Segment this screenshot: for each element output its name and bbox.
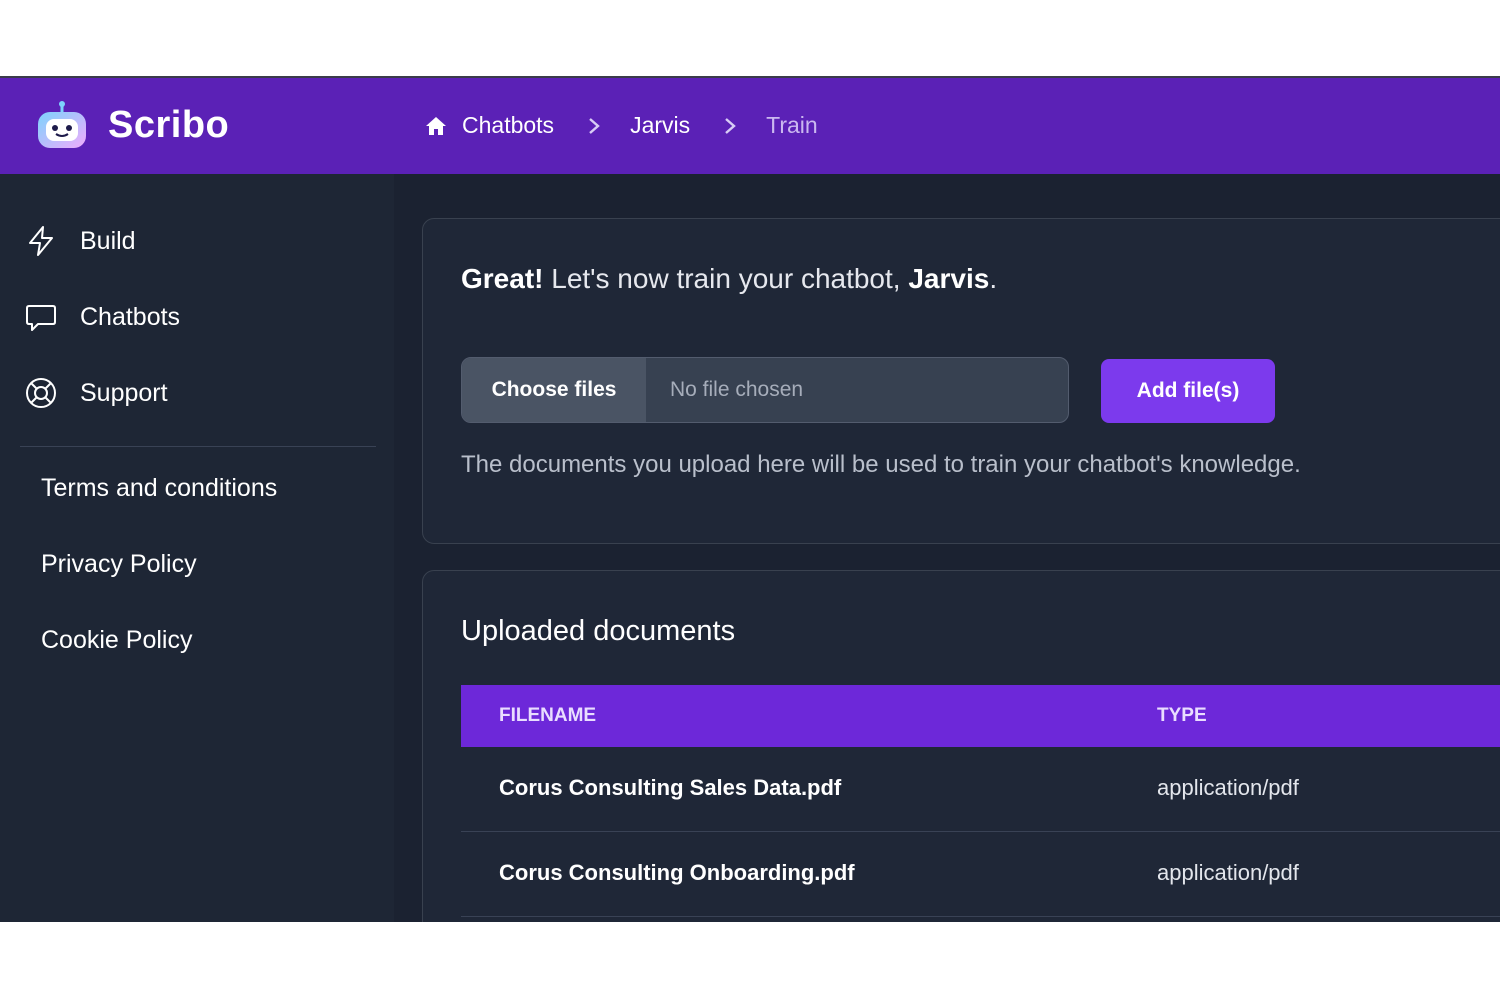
column-header-filename[interactable]: FILENAME <box>499 705 596 727</box>
choose-files-button[interactable]: Choose files <box>462 358 646 422</box>
chevron-right-icon <box>589 117 600 134</box>
filename-cell: Corus Consulting Onboarding.pdf <box>499 860 855 885</box>
headline-period: . <box>989 263 998 294</box>
breadcrumb-train: Train <box>766 112 818 138</box>
chevron-right-icon <box>725 117 736 134</box>
file-input[interactable]: Choose files No file chosen <box>461 357 1069 423</box>
cookie-policy-link[interactable]: Cookie Policy <box>41 626 192 655</box>
table-header: FILENAME TYPE <box>461 685 1500 747</box>
headline-text: Let's now train your chatbot, <box>543 263 909 294</box>
chat-bubble-icon <box>26 305 56 331</box>
breadcrumb-chatbots[interactable]: Chatbots <box>462 112 554 139</box>
filename-cell: Corus Consulting Sales Data.pdf <box>499 775 842 800</box>
breadcrumb: Chatbots Jarvis Train <box>424 112 818 139</box>
terms-link[interactable]: Terms and conditions <box>41 474 277 503</box>
type-cell: application/pdf <box>1157 860 1299 885</box>
app-window: Scribo Chatbots Jarvis Train Build Chatb… <box>0 76 1500 922</box>
top-header: Scribo Chatbots Jarvis Train <box>0 76 1500 174</box>
add-files-button[interactable]: Add file(s) <box>1101 359 1275 423</box>
train-headline: Great! Let's now train your chatbot, Jar… <box>461 263 997 295</box>
lifebuoy-icon <box>26 378 56 408</box>
type-cell: application/pdf <box>1157 775 1299 800</box>
sidebar-item-support[interactable]: Support <box>24 376 168 410</box>
sidebar-item-chatbots[interactable]: Chatbots <box>24 300 180 334</box>
uploaded-documents-card: Uploaded documents FILENAME TYPE Corus C… <box>422 570 1500 922</box>
sidebar-item-label: Chatbots <box>80 302 181 331</box>
privacy-policy-link[interactable]: Privacy Policy <box>41 550 197 579</box>
sidebar-divider <box>20 446 376 447</box>
brand-name[interactable]: Scribo <box>108 104 229 147</box>
headline-emphasis: Great! <box>461 263 544 294</box>
upload-helper-text: The documents you upload here will be us… <box>461 451 1301 478</box>
sidebar-item-build[interactable]: Build <box>24 224 136 258</box>
table-row[interactable]: Corus Consulting Onboarding.pdf applicat… <box>461 832 1500 917</box>
robot-logo-icon[interactable] <box>34 100 90 152</box>
sidebar-item-label: Support <box>80 378 168 407</box>
breadcrumb-jarvis[interactable]: Jarvis <box>630 112 690 139</box>
file-status-text: No file chosen <box>670 378 804 401</box>
bot-name: Jarvis <box>908 263 990 294</box>
train-card: Great! Let's now train your chatbot, Jar… <box>422 218 1500 544</box>
section-title: Uploaded documents <box>461 615 736 647</box>
home-icon[interactable] <box>424 114 448 138</box>
documents-table: FILENAME TYPE Corus Consulting Sales Dat… <box>461 685 1500 917</box>
sidebar: Build Chatbots Support Terms and conditi… <box>0 174 394 922</box>
sidebar-item-label: Build <box>80 226 136 255</box>
lightning-icon <box>29 226 53 256</box>
table-row[interactable]: Corus Consulting Sales Data.pdf applicat… <box>461 747 1500 832</box>
column-header-type[interactable]: TYPE <box>1157 705 1207 727</box>
